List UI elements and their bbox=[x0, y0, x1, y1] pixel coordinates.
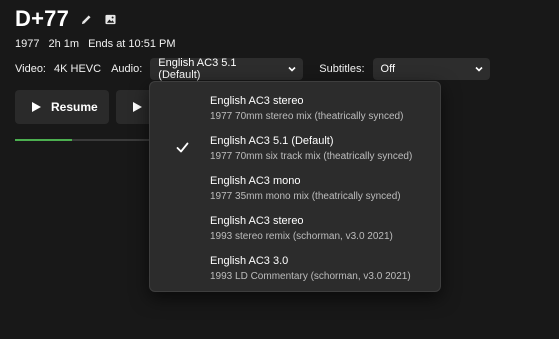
audio-option-description: 1977 35mm mono mix (theatrically synced) bbox=[210, 191, 401, 202]
runtime: 2h 1m bbox=[48, 38, 80, 50]
end-time: Ends at 10:51 PM bbox=[88, 38, 176, 50]
audio-option[interactable]: English AC3 mono 1977 35mm mono mix (the… bbox=[150, 170, 440, 210]
video-label: Video: bbox=[15, 63, 46, 75]
resume-button[interactable]: Resume bbox=[15, 90, 109, 124]
pencil-icon[interactable] bbox=[79, 12, 93, 26]
subtitles-select[interactable]: Off bbox=[372, 58, 490, 80]
audio-option-name: English AC3 stereo bbox=[210, 215, 304, 227]
image-icon[interactable] bbox=[103, 12, 117, 26]
meta-row: 1977 2h 1m Ends at 10:51 PM bbox=[15, 38, 176, 50]
item-details-view: D+77 1977 2h 1m Ends at 10:51 PM Video: … bbox=[0, 0, 559, 339]
subtitles-select-value: Off bbox=[380, 63, 396, 75]
audio-option[interactable]: English AC3 5.1 (Default) 1977 70mm six … bbox=[150, 130, 440, 170]
audio-option-name: English AC3 5.1 (Default) bbox=[210, 135, 334, 147]
resume-label: Resume bbox=[51, 100, 98, 114]
chevron-down-icon bbox=[287, 64, 297, 74]
audio-option-description: 1993 LD Commentary (schorman, v3.0 2021) bbox=[210, 271, 411, 282]
audio-track-menu: English AC3 stereo 1977 70mm stereo mix … bbox=[149, 81, 441, 292]
audio-option[interactable]: English AC3 3.0 1993 LD Commentary (scho… bbox=[150, 250, 440, 290]
audio-option[interactable]: English AC3 stereo 1977 70mm stereo mix … bbox=[150, 90, 440, 130]
media-info-row: Video: 4K HEVC Audio: English AC3 5.1 (D… bbox=[15, 57, 490, 81]
play-icon bbox=[32, 102, 41, 112]
audio-select-value: English AC3 5.1 (Default) bbox=[158, 57, 237, 81]
chevron-down-icon bbox=[474, 64, 484, 74]
audio-option-description: 1977 70mm six track mix (theatrically sy… bbox=[210, 151, 413, 162]
audio-option-name: English AC3 3.0 bbox=[210, 255, 289, 267]
playback-progress-bar bbox=[15, 139, 150, 141]
playback-progress-fill bbox=[15, 139, 72, 141]
audio-option-name: English AC3 stereo bbox=[210, 95, 304, 107]
audio-label: Audio: bbox=[111, 63, 143, 75]
audio-option-description: 1993 stereo remix (schorman, v3.0 2021) bbox=[210, 231, 393, 242]
page-title: D+77 bbox=[15, 6, 70, 31]
play-icon bbox=[133, 102, 142, 112]
audio-select[interactable]: English AC3 5.1 (Default) bbox=[150, 57, 304, 81]
title-row: D+77 bbox=[15, 6, 117, 32]
checkmark-icon bbox=[176, 141, 190, 155]
year: 1977 bbox=[15, 38, 40, 50]
subtitles-label: Subtitles: bbox=[319, 63, 365, 75]
audio-option-name: English AC3 mono bbox=[210, 175, 301, 187]
audio-option-description: 1977 70mm stereo mix (theatrically synce… bbox=[210, 111, 404, 122]
video-value: 4K HEVC bbox=[54, 63, 102, 75]
audio-option[interactable]: English AC3 stereo 1993 stereo remix (sc… bbox=[150, 210, 440, 250]
